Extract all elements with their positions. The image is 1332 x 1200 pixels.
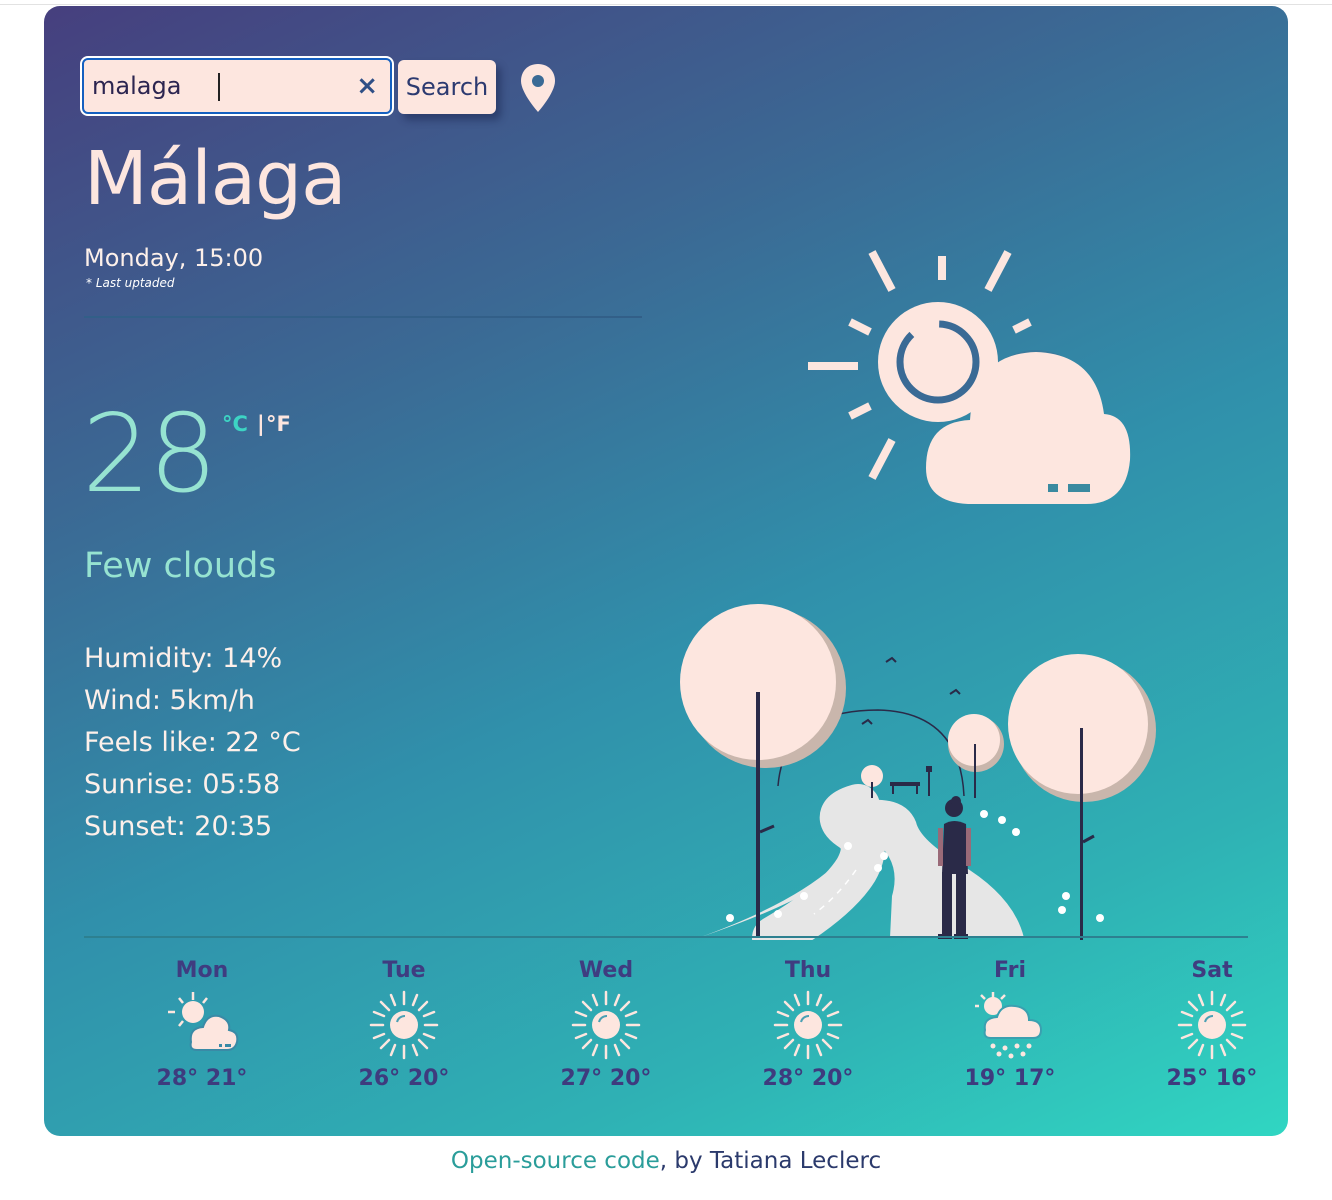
forecast-day-name: Wed xyxy=(578,958,634,983)
forecast-row: Mon 28° 21° Tue 26° 20° Wed 27° 20° Thu … xyxy=(84,956,1258,1096)
sunrise-detail: Sunrise: 05:58 xyxy=(84,769,281,800)
current-temperature: 28 xyxy=(82,392,217,517)
forecast-temps: 25° 16° xyxy=(1166,1066,1258,1091)
forecast-temps: 19° 17° xyxy=(964,1066,1056,1091)
forecast-day-mon: Mon 28° 21° xyxy=(122,956,282,1094)
current-datetime: Monday, 15:00 xyxy=(84,244,264,272)
last-updated-note: * Last uptaded xyxy=(86,276,175,290)
forecast-day-tue: Tue 26° 20° xyxy=(324,956,484,1094)
forecast-day-name: Mon xyxy=(175,958,229,983)
sun-behind-cloud-icon xyxy=(808,250,1131,504)
unit-separator: | xyxy=(257,412,265,436)
forecast-divider xyxy=(84,936,1248,938)
wind-detail: Wind: 5km/h xyxy=(84,685,255,716)
forecast-temps: 27° 20° xyxy=(560,1066,652,1091)
weather-condition: Few clouds xyxy=(84,546,277,586)
forecast-day-sat: Sat 25° 16° xyxy=(1132,956,1288,1094)
sunset-detail: Sunset: 20:35 xyxy=(84,811,273,842)
weather-card: × Search Málaga Monday, 15:00 * Last upt… xyxy=(44,6,1288,1136)
forecast-day-wed: Wed 27° 20° xyxy=(526,956,686,1094)
search-field[interactable]: × xyxy=(82,58,392,114)
humidity-detail: Humidity: 14% xyxy=(84,643,283,674)
sun-icon xyxy=(773,990,843,1060)
forecast-day-name: Sat xyxy=(1191,958,1233,983)
forecast-temps: 26° 20° xyxy=(358,1066,450,1091)
forecast-day-name: Thu xyxy=(784,958,832,983)
forecast-icon-slot xyxy=(728,986,888,1064)
top-border xyxy=(0,4,1332,5)
footer-author: , by Tatiana Leclerc xyxy=(659,1148,882,1174)
forecast-day-fri: Fri 19° 17° xyxy=(930,956,1090,1094)
forecast-icon-slot xyxy=(930,986,1090,1064)
feels-like-detail: Feels like: 22 °C xyxy=(84,727,301,758)
sun-icon xyxy=(571,990,641,1060)
forecast-icon-slot xyxy=(1132,986,1288,1064)
forecast-icon-slot xyxy=(324,986,484,1064)
park-path-illustration xyxy=(680,604,1156,940)
footer: Open-source code, by Tatiana Leclerc xyxy=(0,1148,1332,1174)
source-code-link[interactable]: Open-source code xyxy=(451,1148,660,1174)
celsius-toggle[interactable]: °C xyxy=(222,412,248,436)
text-caret xyxy=(218,73,220,101)
forecast-icon-slot xyxy=(526,986,686,1064)
forecast-day-name: Tue xyxy=(382,958,426,983)
search-button[interactable]: Search xyxy=(398,60,496,114)
forecast-icon-slot xyxy=(122,986,282,1064)
forecast-day-name: Fri xyxy=(993,958,1026,983)
sun-icon xyxy=(1177,990,1247,1060)
forecast-temps: 28° 20° xyxy=(762,1066,854,1091)
location-pin-icon[interactable] xyxy=(518,62,558,114)
sun-icon xyxy=(369,990,439,1060)
sun-cloud-rain-icon xyxy=(975,992,1043,1059)
forecast-day-thu: Thu 28° 20° xyxy=(728,956,888,1094)
fahrenheit-toggle[interactable]: °F xyxy=(266,412,291,436)
header-divider xyxy=(84,316,642,318)
city-name: Málaga xyxy=(84,136,346,222)
weather-details: Humidity: 14% Wind: 5km/h Feels like: 22… xyxy=(84,638,301,848)
clear-icon[interactable]: × xyxy=(356,72,378,100)
forecast-temps: 28° 21° xyxy=(156,1066,248,1091)
sun-cloud-icon xyxy=(168,992,239,1051)
